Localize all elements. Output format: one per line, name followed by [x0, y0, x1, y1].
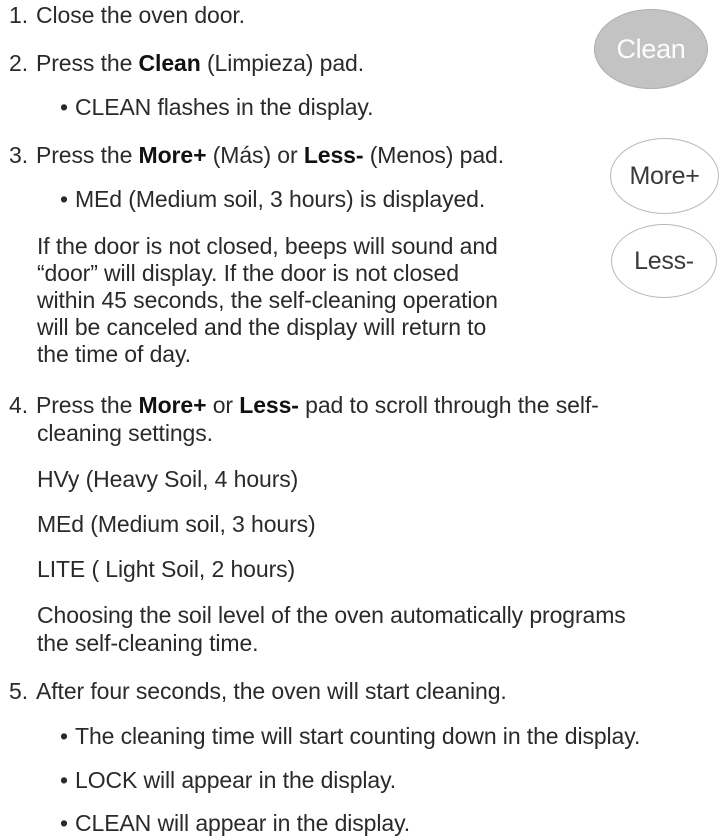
- bold-pad-name: Less-: [239, 392, 299, 418]
- step-3-note-line: If the door is not closed, beeps will so…: [37, 233, 498, 259]
- text-run: Press the: [36, 50, 139, 76]
- step-4-note-line: Choosing the soil level of the oven auto…: [37, 602, 626, 628]
- bullet-text: CLEAN flashes in the display.: [75, 94, 374, 120]
- more-pad-illustration: More+: [610, 138, 719, 214]
- text-run: Press the: [36, 142, 139, 168]
- bullet-text: CLEAN will appear in the display.: [75, 810, 411, 836]
- bullet-glyph: •: [60, 810, 68, 836]
- step-text: Close the oven door.: [36, 2, 245, 28]
- bullet-glyph: •: [60, 723, 68, 749]
- step-3-note-line: “door” will display. If the door is not …: [37, 260, 459, 286]
- step-text: Press the More+ or Less- pad to scroll t…: [36, 390, 599, 420]
- step-number: 2.: [9, 50, 28, 76]
- bold-pad-name: Clean: [138, 50, 201, 76]
- step-3-note-line: within 45 seconds, the self-cleaning ope…: [37, 287, 498, 313]
- step-text: Press the More+ (Más) or Less- (Menos) p…: [36, 140, 504, 170]
- more-pad-label: More+: [629, 161, 700, 190]
- step-3-note-line: the time of day.: [37, 341, 191, 367]
- step-number: 3.: [9, 142, 28, 168]
- text-run: (Menos) pad.: [363, 142, 505, 168]
- less-pad-label: Less-: [634, 246, 694, 275]
- text-run: (Limpieza) pad.: [200, 50, 364, 76]
- bullet-text: MEd (Medium soil, 3 hours) is displayed.: [75, 186, 486, 212]
- step-3-note-line: will be canceled and the display will re…: [37, 314, 487, 340]
- less-pad-illustration: Less-: [611, 224, 717, 298]
- step-number: 4.: [9, 392, 28, 418]
- step-text: Press the Clean (Limpieza) pad.: [36, 48, 364, 78]
- text-run: pad to scroll through the self-: [298, 392, 599, 418]
- step-number: 1.: [9, 2, 28, 28]
- bullet-glyph: •: [60, 767, 68, 793]
- step-4-note-line: the self-cleaning time.: [37, 630, 259, 656]
- bullet-glyph: •: [60, 186, 68, 212]
- bold-pad-name: More+: [138, 142, 207, 168]
- bullet-text: LOCK will appear in the display.: [75, 767, 397, 793]
- step-text: After four seconds, the oven will start …: [36, 678, 507, 704]
- setting-light: LITE ( Light Soil, 2 hours): [37, 556, 296, 582]
- text-run: Press the: [36, 392, 139, 418]
- setting-medium: MEd (Medium soil, 3 hours): [37, 511, 316, 537]
- instruction-page: 1. Close the oven door. 2. Press the Cle…: [0, 0, 721, 836]
- step-number: 5.: [9, 678, 28, 704]
- step-4-continuation: cleaning settings.: [37, 420, 213, 446]
- text-run: or: [206, 392, 240, 418]
- text-run: (Más) or: [206, 142, 304, 168]
- bold-pad-name: More+: [138, 392, 207, 418]
- bullet-glyph: •: [60, 94, 68, 120]
- clean-pad-illustration: Clean: [594, 9, 708, 89]
- bullet-text: The cleaning time will start counting do…: [75, 723, 641, 749]
- bold-pad-name: Less-: [303, 142, 364, 168]
- clean-pad-label: Clean: [616, 33, 686, 64]
- setting-heavy: HVy (Heavy Soil, 4 hours): [37, 466, 299, 492]
